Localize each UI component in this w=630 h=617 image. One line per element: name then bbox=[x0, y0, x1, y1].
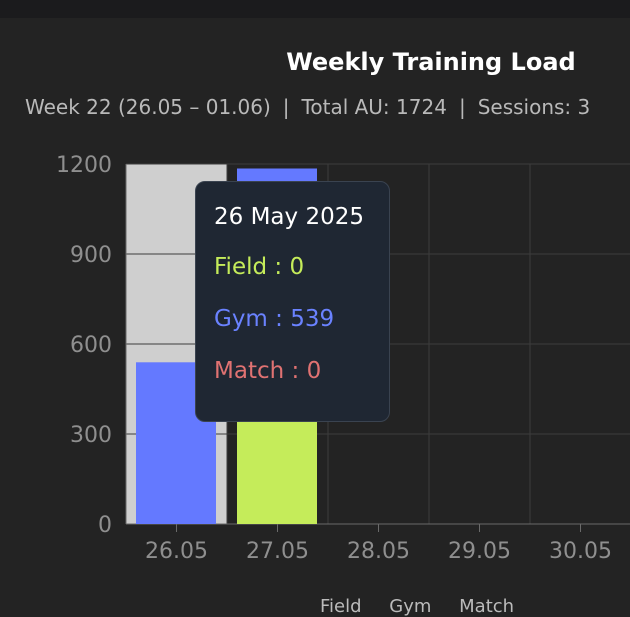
chart-tooltip: 26 May 2025 Field : 0 Gym : 539 Match : … bbox=[195, 181, 390, 422]
y-tick-label: 900 bbox=[70, 243, 112, 268]
y-tick-label: 1200 bbox=[56, 153, 112, 178]
legend-item-gym[interactable]: Gym bbox=[389, 596, 431, 617]
x-tick-label: 30.05 bbox=[549, 539, 612, 564]
tooltip-label: Gym bbox=[214, 306, 268, 332]
tooltip-value: 0 bbox=[306, 358, 322, 384]
tooltip-value: 0 bbox=[289, 254, 305, 280]
tooltip-label: Match bbox=[214, 358, 285, 384]
y-tick-label: 300 bbox=[70, 423, 112, 448]
tooltip-value: 539 bbox=[290, 306, 335, 332]
chart-legend: Field Gym Match bbox=[320, 596, 536, 617]
y-tick-label: 0 bbox=[98, 513, 112, 538]
y-tick-label: 600 bbox=[70, 333, 112, 358]
tooltip-row-gym: Gym : 539 bbox=[214, 306, 335, 332]
tooltip-date: 26 May 2025 bbox=[214, 204, 364, 230]
x-tick-label: 26.05 bbox=[145, 539, 208, 564]
x-tick-label: 27.05 bbox=[246, 539, 309, 564]
legend-item-field[interactable]: Field bbox=[320, 596, 362, 617]
x-tick-label: 28.05 bbox=[347, 539, 410, 564]
tooltip-row-match: Match : 0 bbox=[214, 358, 322, 384]
tooltip-label: Field bbox=[214, 254, 268, 280]
tooltip-row-field: Field : 0 bbox=[214, 254, 305, 280]
legend-item-match[interactable]: Match bbox=[459, 596, 514, 617]
x-tick-label: 29.05 bbox=[448, 539, 511, 564]
